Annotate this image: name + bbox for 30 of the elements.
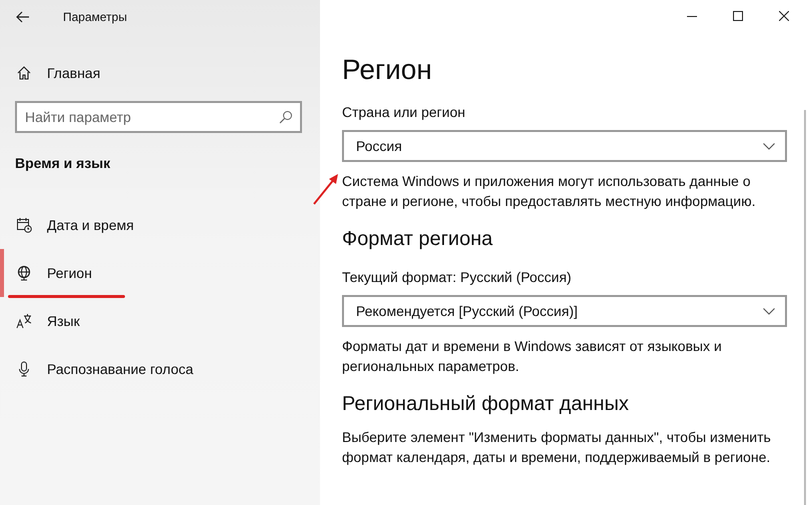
home-link[interactable]: Главная	[47, 65, 100, 81]
description-text: Выберите элемент "Изменить форматы данных", чтобы изменить формат календаря, даты и времени, поддерживаемый в регионе.	[342, 428, 772, 467]
nav-item[interactable]: Язык	[0, 297, 320, 345]
scrollbar[interactable]	[804, 110, 806, 505]
language-icon	[16, 313, 32, 329]
dropdown[interactable]: Россия	[342, 130, 787, 162]
description-text: Система Windows и приложения могут использовать данные о стране и регионе, чтобы предоставлять местную информацию.	[342, 172, 757, 211]
maximize-icon	[733, 11, 743, 21]
field-label: Текущий формат: Русский (Россия)	[342, 268, 572, 287]
microphone-icon	[16, 361, 32, 377]
back-arrow-icon[interactable]	[16, 11, 30, 23]
home-icon	[16, 65, 32, 81]
search-icon	[279, 110, 293, 124]
page-title: Регион	[342, 53, 433, 87]
search-field[interactable]: Найти параметр	[15, 101, 302, 133]
window-title: Параметры	[63, 10, 127, 24]
nav-item[interactable]: Дата и время	[0, 201, 320, 249]
chevron-down-icon	[763, 308, 775, 314]
description-text: Форматы дат и времени в Windows зависят от языковых и региональных параметров.	[342, 337, 723, 376]
section-heading: Формат региона	[342, 227, 494, 252]
close-icon	[779, 11, 789, 21]
field-label: Страна или регион	[342, 103, 466, 122]
dropdown[interactable]: Рекомендуется [Русский (Россия)]	[342, 295, 787, 327]
section-heading: Региональный формат данных	[342, 392, 630, 417]
chevron-down-icon	[763, 142, 775, 150]
calendar-icon	[16, 217, 32, 233]
section-heading: Время и язык	[15, 155, 112, 173]
nav-item[interactable]: Распознавание голоса	[0, 345, 320, 393]
annotation-arrow	[312, 172, 340, 206]
globe-icon	[16, 265, 32, 281]
